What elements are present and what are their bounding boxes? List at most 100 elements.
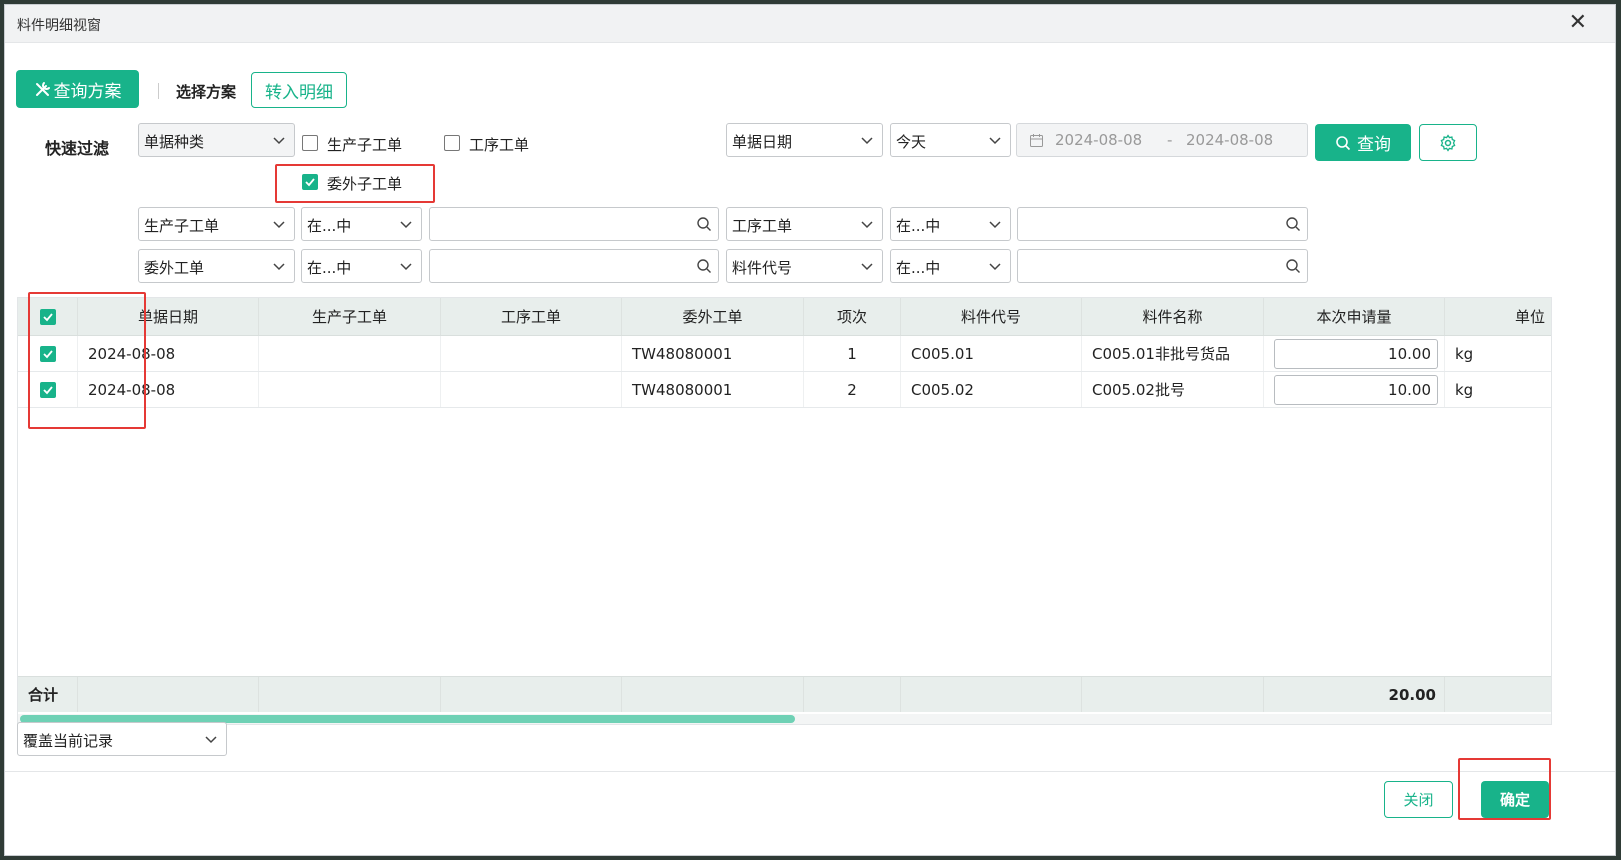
chevron-down-icon bbox=[273, 137, 285, 145]
select-scheme-label[interactable]: 选择方案 bbox=[176, 81, 236, 102]
checkmark-icon bbox=[42, 312, 53, 321]
chevron-down-icon bbox=[205, 736, 217, 744]
search-icon[interactable] bbox=[1285, 258, 1301, 274]
condition-value-input[interactable] bbox=[1017, 207, 1308, 241]
column-header[interactable]: 单位 bbox=[1445, 298, 1551, 335]
qty-input[interactable]: 10.00 bbox=[1274, 375, 1438, 405]
confirm-button[interactable]: 确定 bbox=[1481, 781, 1549, 818]
search-icon[interactable] bbox=[696, 216, 712, 232]
date-range-select[interactable]: 今天 bbox=[890, 123, 1011, 157]
cell-unit: kg bbox=[1455, 380, 1474, 399]
footer-divider bbox=[5, 771, 1615, 772]
total-label: 合计 bbox=[18, 677, 78, 712]
condition-value-input[interactable] bbox=[1017, 249, 1308, 283]
condition-field-select[interactable]: 工序工单 bbox=[726, 207, 883, 241]
header-select-all[interactable] bbox=[18, 298, 78, 335]
chevron-down-icon bbox=[273, 221, 285, 229]
date-end: 2024-08-08 bbox=[1186, 131, 1274, 149]
date-start: 2024-08-08 bbox=[1055, 131, 1143, 149]
checkbox-outsource-sub-order[interactable] bbox=[302, 174, 318, 190]
close-icon[interactable]: ✕ bbox=[1569, 11, 1587, 35]
condition-op-select[interactable]: 在...中 bbox=[890, 249, 1011, 283]
chevron-down-icon bbox=[989, 263, 1001, 271]
tools-icon bbox=[35, 82, 50, 96]
table-header: 单据日期 生产子工单 工序工单 委外工单 项次 料件代号 料件名称 本次申请量 … bbox=[18, 298, 1551, 336]
horizontal-scrollbar[interactable] bbox=[18, 714, 1551, 724]
chevron-down-icon bbox=[989, 221, 1001, 229]
checkmark-icon bbox=[305, 178, 315, 187]
column-header[interactable]: 项次 bbox=[804, 298, 901, 335]
column-header[interactable]: 料件名称 bbox=[1082, 298, 1264, 335]
close-button[interactable]: 关闭 bbox=[1384, 781, 1453, 818]
gear-icon bbox=[1440, 133, 1456, 152]
transfer-detail-button[interactable]: 转入明细 bbox=[251, 72, 347, 108]
cell-unit: kg bbox=[1455, 344, 1474, 363]
chevron-down-icon bbox=[273, 263, 285, 271]
column-header[interactable]: 委外工单 bbox=[622, 298, 804, 335]
chevron-down-icon bbox=[400, 221, 412, 229]
date-field-select[interactable]: 单据日期 bbox=[726, 123, 883, 157]
chevron-down-icon bbox=[861, 137, 873, 145]
chevron-down-icon bbox=[400, 263, 412, 271]
chevron-down-icon bbox=[861, 221, 873, 229]
cell-seq: 1 bbox=[804, 336, 901, 371]
condition-op-select[interactable]: 在...中 bbox=[890, 207, 1011, 241]
cell-date: 2024-08-08 bbox=[78, 336, 259, 371]
condition-field-select[interactable]: 生产子工单 bbox=[138, 207, 295, 241]
condition-value-input[interactable] bbox=[429, 249, 719, 283]
table-row[interactable]: 2024-08-08 TW48080001 1 C005.01 C005.01非… bbox=[18, 336, 1551, 372]
window-title: 料件明细视窗 bbox=[17, 18, 101, 34]
condition-op-select[interactable]: 在...中 bbox=[301, 249, 422, 283]
condition-op-select[interactable]: 在...中 bbox=[301, 207, 422, 241]
cell-date: 2024-08-08 bbox=[78, 372, 259, 407]
cell-item-name: C005.01非批号货品 bbox=[1082, 336, 1264, 371]
column-header[interactable]: 生产子工单 bbox=[259, 298, 441, 335]
chevron-down-icon bbox=[861, 263, 873, 271]
checkmark-icon bbox=[42, 385, 53, 394]
search-icon[interactable] bbox=[1285, 216, 1301, 232]
select-all-checkbox[interactable] bbox=[39, 308, 56, 325]
column-header[interactable]: 单据日期 bbox=[78, 298, 259, 335]
date-separator: - bbox=[1167, 131, 1173, 149]
checkbox-process-order[interactable] bbox=[444, 135, 460, 151]
qty-input[interactable]: 10.00 bbox=[1274, 339, 1438, 369]
table-row[interactable]: 2024-08-08 TW48080001 2 C005.02 C005.02批… bbox=[18, 372, 1551, 408]
condition-field-select[interactable]: 料件代号 bbox=[726, 249, 883, 283]
table-footer: 合计 20.00 bbox=[18, 676, 1551, 712]
checkbox-outsource-sub-order-label: 委外子工单 bbox=[327, 175, 403, 193]
cell-process-order bbox=[441, 336, 622, 371]
cell-prod-order bbox=[259, 372, 441, 407]
row-checkbox[interactable] bbox=[39, 381, 56, 398]
query-button[interactable]: 查询 bbox=[1315, 124, 1411, 161]
cell-process-order bbox=[441, 372, 622, 407]
quick-filter-label: 快速过滤 bbox=[45, 139, 110, 158]
cell-outsource-order: TW48080001 bbox=[622, 372, 804, 407]
chevron-down-icon bbox=[989, 137, 1001, 145]
date-range-picker[interactable]: 2024-08-08 - 2024-08-08 bbox=[1016, 123, 1308, 157]
checkmark-icon bbox=[42, 349, 53, 358]
calendar-icon bbox=[1030, 134, 1043, 147]
column-header[interactable]: 工序工单 bbox=[441, 298, 622, 335]
total-qty: 20.00 bbox=[1264, 677, 1445, 712]
cell-outsource-order: TW48080001 bbox=[622, 336, 804, 371]
cell-prod-order bbox=[259, 336, 441, 371]
settings-button[interactable] bbox=[1419, 124, 1477, 161]
column-header[interactable]: 料件代号 bbox=[901, 298, 1082, 335]
search-icon bbox=[1336, 135, 1351, 150]
checkbox-process-order-label: 工序工单 bbox=[469, 136, 530, 154]
overwrite-mode-select[interactable]: 覆盖当前记录 bbox=[17, 722, 227, 756]
condition-field-select[interactable]: 委外工单 bbox=[138, 249, 295, 283]
cell-seq: 2 bbox=[804, 372, 901, 407]
search-icon[interactable] bbox=[696, 258, 712, 274]
doc-type-select[interactable]: 单据种类 bbox=[138, 123, 295, 157]
row-checkbox[interactable] bbox=[39, 345, 56, 362]
title-bar: 料件明细视窗 ✕ bbox=[5, 5, 1615, 43]
checkbox-prod-sub-order-label: 生产子工单 bbox=[327, 136, 403, 154]
column-header[interactable]: 本次申请量 bbox=[1264, 298, 1445, 335]
query-scheme-button[interactable]: 查询方案 bbox=[16, 70, 139, 108]
cell-item-code: C005.02 bbox=[901, 372, 1082, 407]
detail-table: 单据日期 生产子工单 工序工单 委外工单 项次 料件代号 料件名称 本次申请量 … bbox=[17, 297, 1552, 725]
condition-value-input[interactable] bbox=[429, 207, 719, 241]
query-scheme-label: 查询方案 bbox=[53, 81, 122, 102]
checkbox-prod-sub-order[interactable] bbox=[302, 135, 318, 151]
